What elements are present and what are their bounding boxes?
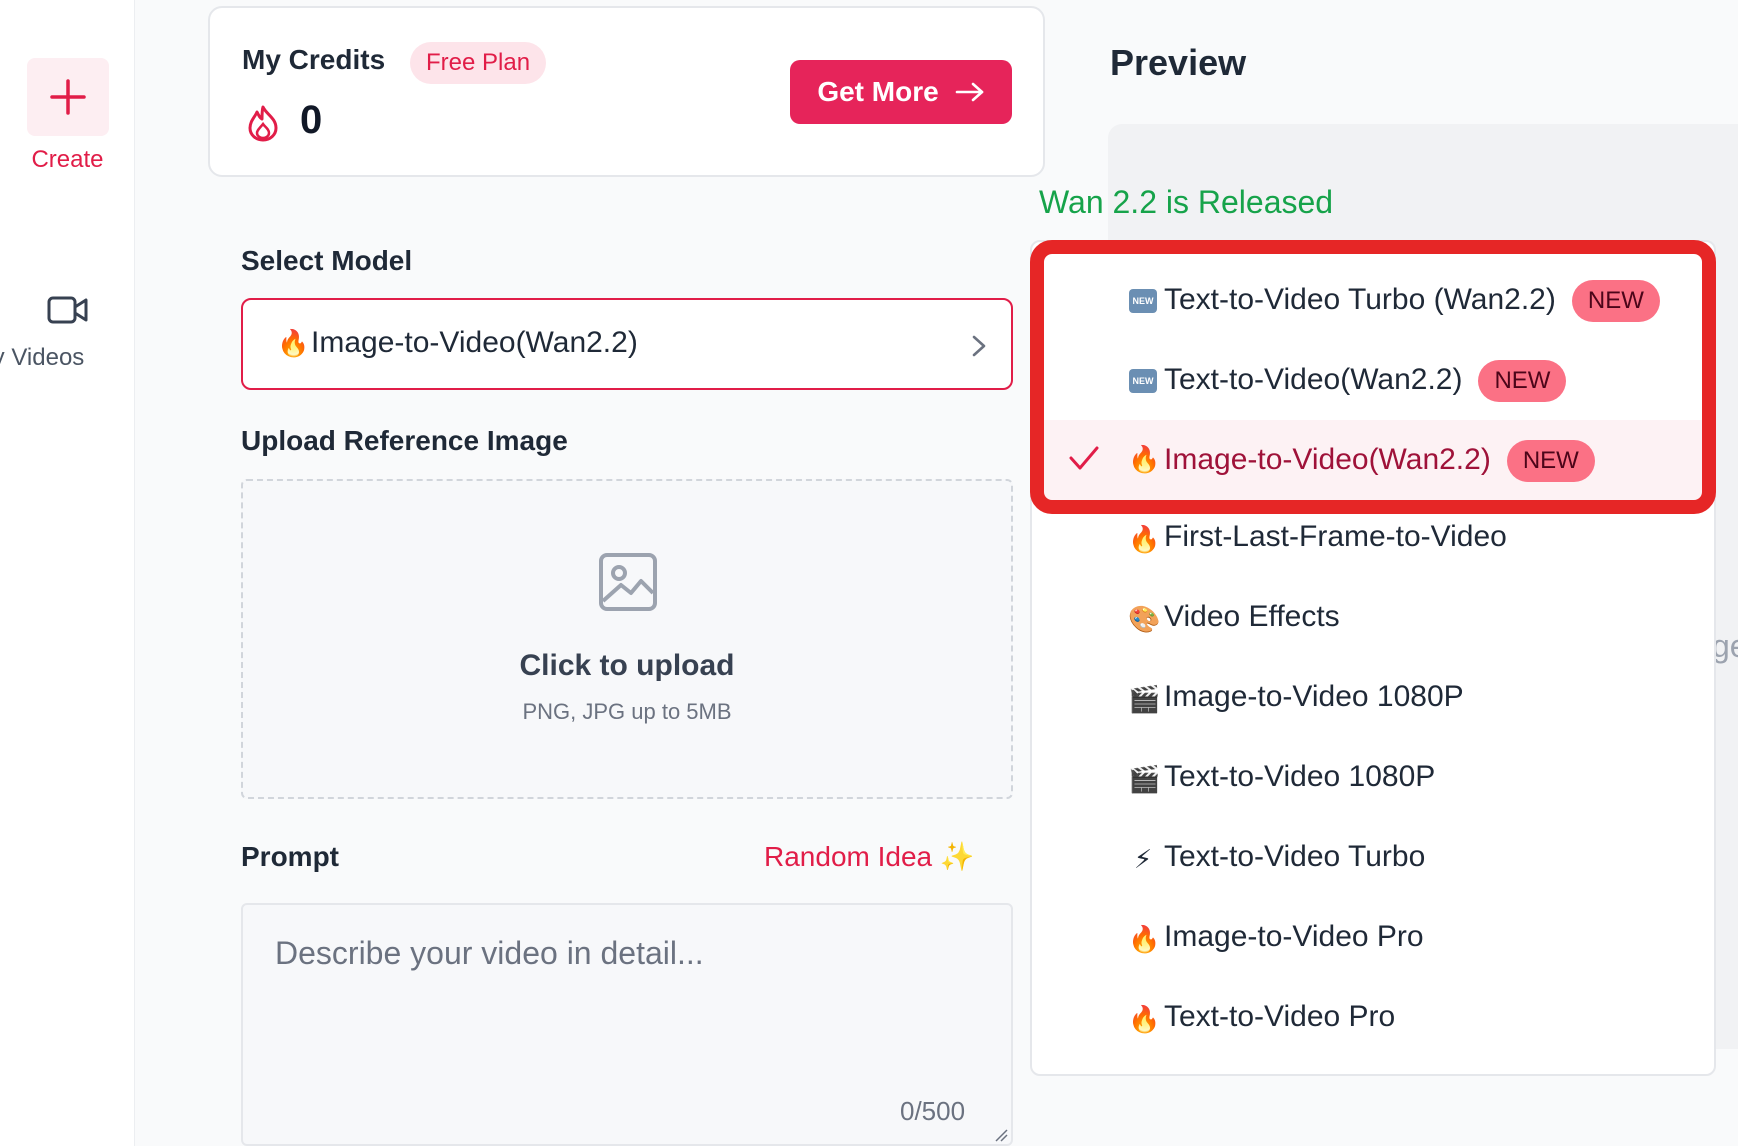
dropdown-item-label: Image-to-Video Pro bbox=[1164, 920, 1424, 953]
dropdown-item-label: First-Last-Frame-to-Video bbox=[1164, 520, 1507, 553]
new-icon: NEW bbox=[1128, 284, 1158, 315]
prompt-char-counter: 0/500 bbox=[900, 1096, 966, 1126]
new-icon: NEW bbox=[1128, 364, 1158, 395]
plan-badge: Free Plan bbox=[410, 42, 547, 84]
dropdown-item-text-to-video-pro[interactable]: 🔥 Text-to-Video Pro bbox=[1032, 980, 1714, 1060]
credits-value: 0 bbox=[300, 98, 323, 142]
upload-hint: PNG, JPG up to 5MB bbox=[522, 699, 732, 724]
sidebar-item-label: My Videos bbox=[0, 344, 85, 371]
palette-icon: 🎨 bbox=[1128, 604, 1161, 634]
credits-card: My Credits Free Plan 0 Get More bbox=[208, 6, 1045, 177]
sidebar: Create My Videos bbox=[0, 0, 135, 1146]
dropdown-item-label: Text-to-Video Turbo bbox=[1164, 840, 1426, 873]
dropdown-item-label: Text-to-Video 1080P bbox=[1164, 760, 1436, 793]
credits-flame-icon bbox=[246, 104, 280, 147]
credits-title: My Credits bbox=[242, 44, 386, 75]
create-button[interactable] bbox=[26, 58, 109, 136]
release-announcement: Wan 2.2 is Released bbox=[1039, 184, 1334, 220]
fire-icon: 🔥 bbox=[277, 328, 310, 358]
dropdown-item-image-to-video-1080p[interactable]: 🎬 Image-to-Video 1080P bbox=[1032, 660, 1714, 740]
model-dropdown: NEW Text-to-Video Turbo (Wan2.2) NEW NEW … bbox=[1030, 240, 1716, 1076]
fire-icon: 🔥 bbox=[1128, 444, 1161, 474]
dropdown-item-label: Image-to-Video(Wan2.2) bbox=[1164, 442, 1491, 476]
dropdown-item-image-to-video-wan22[interactable]: 🔥 Image-to-Video(Wan2.2) NEW bbox=[1032, 420, 1714, 500]
select-model-label: Select Model bbox=[241, 245, 413, 276]
app-root: Create My Videos My Credits Free Plan 0 … bbox=[0, 0, 1738, 1146]
chevron-right-icon bbox=[972, 335, 986, 357]
sidebar-item-create[interactable]: Create bbox=[0, 58, 135, 174]
dropdown-item-text-to-video-turbo-wan22[interactable]: NEW Text-to-Video Turbo (Wan2.2) NEW bbox=[1032, 260, 1714, 340]
dropdown-item-text-to-video-wan22[interactable]: NEW Text-to-Video(Wan2.2) NEW bbox=[1032, 340, 1714, 420]
plus-icon bbox=[49, 79, 86, 115]
clapperboard-icon: 🎬 bbox=[1128, 684, 1161, 714]
dropdown-item-text-to-video-1080p[interactable]: 🎬 Text-to-Video 1080P bbox=[1032, 740, 1714, 820]
video-camera-icon bbox=[47, 296, 87, 324]
model-select-value: Image-to-Video(Wan2.2) bbox=[311, 326, 638, 359]
upload-title: Click to upload bbox=[519, 649, 735, 682]
fire-icon: 🔥 bbox=[1128, 524, 1161, 554]
arrow-right-icon bbox=[955, 82, 983, 102]
dropdown-item-image-to-video-pro[interactable]: 🔥 Image-to-Video Pro bbox=[1032, 900, 1714, 980]
sidebar-item-my-videos[interactable]: My Videos bbox=[0, 290, 135, 372]
new-badge: NEW bbox=[1571, 280, 1660, 322]
clapperboard-icon: 🎬 bbox=[1128, 764, 1161, 794]
resize-handle-icon[interactable] bbox=[994, 1128, 1008, 1142]
sidebar-item-label: Create bbox=[31, 146, 104, 173]
dropdown-item-first-last-frame[interactable]: 🔥 First-Last-Frame-to-Video bbox=[1032, 500, 1714, 580]
dropdown-item-video-effects[interactable]: 🎨 Video Effects bbox=[1032, 580, 1714, 660]
new-badge: NEW bbox=[1506, 440, 1595, 482]
dropdown-item-label: Video Effects bbox=[1164, 600, 1340, 633]
dropdown-item-label: Text-to-Video Pro bbox=[1164, 1000, 1396, 1033]
dropdown-item-label: Text-to-Video(Wan2.2) bbox=[1164, 362, 1463, 396]
new-badge: NEW bbox=[1478, 360, 1567, 402]
image-icon bbox=[599, 553, 657, 611]
get-more-label: Get More bbox=[817, 76, 939, 107]
dropdown-item-label: Image-to-Video 1080P bbox=[1164, 680, 1464, 713]
upload-label: Upload Reference Image bbox=[241, 425, 568, 456]
prompt-input[interactable] bbox=[241, 903, 1013, 1146]
fire-icon: 🔥 bbox=[1128, 1004, 1161, 1034]
random-idea-link[interactable]: Random Idea ✨ bbox=[764, 840, 975, 873]
preview-title: Preview bbox=[1110, 42, 1247, 83]
checkmark-icon bbox=[1069, 446, 1099, 470]
model-select[interactable]: 🔥 Image-to-Video(Wan2.2) bbox=[241, 298, 1013, 390]
lightning-icon: ⚡ bbox=[1133, 844, 1153, 874]
get-more-button[interactable]: Get More bbox=[790, 60, 1012, 124]
fire-icon: 🔥 bbox=[1128, 924, 1161, 954]
upload-dropzone[interactable]: Click to upload PNG, JPG up to 5MB bbox=[241, 479, 1013, 799]
dropdown-item-text-to-video-turbo[interactable]: ⚡ Text-to-Video Turbo bbox=[1032, 820, 1714, 900]
dropdown-item-label: Text-to-Video Turbo (Wan2.2) bbox=[1164, 282, 1556, 316]
prompt-label: Prompt bbox=[241, 841, 339, 872]
